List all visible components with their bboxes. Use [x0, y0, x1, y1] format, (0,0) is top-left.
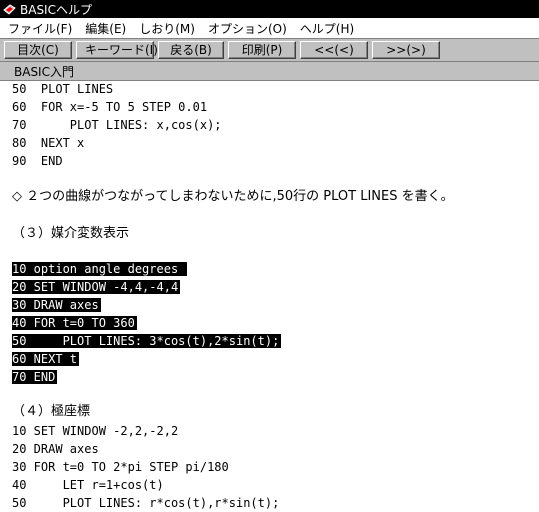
selected-code-line: 50 PLOT LINES: 3*cos(t),2*sin(t); [12, 334, 282, 348]
topic-title: BASIC入門 [14, 65, 74, 79]
code-line: 20 DRAW axes [12, 442, 99, 456]
menu-edit[interactable]: 編集(E) [80, 20, 131, 37]
note-paragraph: ◇ ２つの曲線がつながってしまわないために,50行の PLOT LINES を書… [12, 189, 454, 204]
selected-code-line: 20 SET WINDOW -4,4,-4,4 [12, 280, 181, 294]
menu-options[interactable]: オプション(O) [203, 20, 292, 37]
selected-code-line: 10 option angle degrees [12, 262, 188, 276]
menu-file[interactable]: ファイル(F) [3, 20, 77, 37]
code-line: 50 PLOT LINES [12, 82, 114, 96]
code-line: 30 FOR t=0 TO 2*pi STEP pi/180 [12, 460, 229, 474]
selected-code-line: 70 END [12, 370, 58, 384]
selected-code-line: 30 DRAW axes [12, 298, 101, 312]
window-title: BASICヘルプ [20, 2, 92, 17]
menu-bookmark[interactable]: しおり(M) [134, 20, 200, 37]
title-bar: BASICヘルプ [0, 0, 539, 18]
print-button[interactable]: 印刷(P) [228, 41, 296, 59]
menu-bar: ファイル(F) 編集(E) しおり(M) オプション(O) ヘルプ(H) [0, 18, 539, 39]
previous-topic-button[interactable]: <<(<) [300, 41, 368, 59]
code-line: 50 PLOT LINES: r*cos(t),r*sin(t); [12, 496, 280, 510]
code-line: 70 PLOT LINES: x,cos(x); [12, 118, 222, 132]
next-topic-button[interactable]: >>(>) [372, 41, 440, 59]
section-heading-polar: （４）極座標 [12, 404, 91, 419]
button-bar: 目次(C) キーワード(I) 戻る(B) 印刷(P) <<(<) >>(>) [0, 39, 539, 62]
section-heading-parametric: （３）媒介変数表示 [12, 226, 130, 241]
menu-help[interactable]: ヘルプ(H) [295, 20, 359, 37]
code-line: 40 LET r=1+cos(t) [12, 478, 164, 492]
keyword-button[interactable]: キーワード(I) [76, 41, 158, 59]
help-book-icon [3, 3, 16, 16]
back-button[interactable]: 戻る(B) [158, 41, 224, 59]
contents-button[interactable]: 目次(C) [4, 41, 72, 59]
code-line: 80 NEXT x [12, 136, 85, 150]
code-line: 90 END [12, 154, 63, 168]
code-line: 60 FOR x=-5 TO 5 STEP 0.01 [12, 100, 208, 114]
selected-code-line: 40 FOR t=0 TO 360 [12, 316, 137, 330]
selected-code-line: 60 NEXT t [12, 352, 80, 366]
topic-title-bar: BASIC入門 [0, 62, 539, 81]
code-line: 10 SET WINDOW -2,2,-2,2 [12, 424, 179, 438]
help-content: 50 PLOT LINES 60 FOR x=-5 TO 5 STEP 0.01… [0, 81, 539, 512]
